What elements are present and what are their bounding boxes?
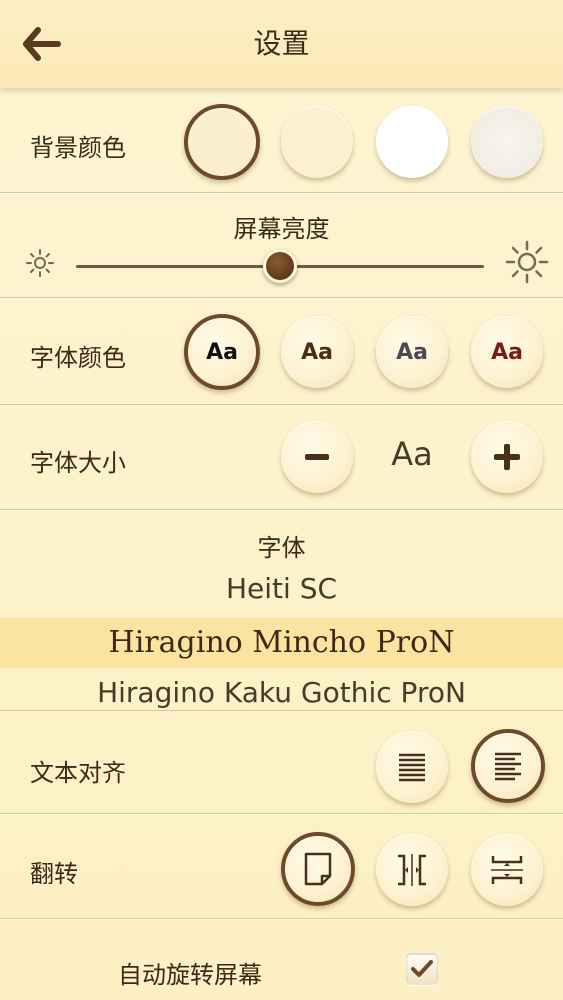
page-title: 设置 — [253, 27, 310, 60]
checkmark-icon — [411, 960, 433, 977]
page-turn-label: 翻转 — [30, 860, 78, 888]
font-picker: 字体 Heiti SC Hiragino Mincho ProN Hiragin… — [0, 510, 563, 711]
align-left-icon — [495, 752, 521, 781]
font-option-kaku-gothic[interactable]: Hiragino Kaku Gothic ProN — [0, 676, 563, 709]
auto-rotate-checkbox[interactable] — [406, 953, 438, 985]
font-size-label: 字体大小 — [30, 449, 126, 477]
align-left-button[interactable] — [471, 729, 545, 803]
auto-rotate-row[interactable]: 自动旋转屏幕 — [0, 919, 563, 1000]
text-align-row: 文本对齐 — [0, 711, 563, 814]
sun-small-icon — [26, 249, 54, 277]
font-color-option-black[interactable]: Aa — [184, 314, 260, 390]
sun-large-icon — [505, 240, 549, 284]
plus-icon — [494, 444, 520, 470]
font-size-sample: Aa — [391, 435, 433, 473]
decrease-font-button[interactable] — [281, 421, 353, 493]
page-turn-row: 翻转 — [0, 814, 563, 919]
font-color-label: 字体颜色 — [30, 344, 126, 372]
font-option-heiti[interactable]: Heiti SC — [0, 572, 563, 605]
minus-icon — [305, 454, 329, 460]
vertical-flip-icon — [491, 856, 523, 884]
header-bar: 设置 — [0, 0, 563, 88]
brightness-slider-thumb[interactable] — [263, 249, 297, 283]
settings-page: 设置 背景颜色 屏幕亮度 字体颜色 Aa Aa Aa Aa 字体大小 Aa 字体… — [0, 0, 563, 1000]
align-justify-icon — [399, 753, 425, 782]
font-color-sample: Aa — [396, 339, 428, 365]
bg-color-option-3[interactable] — [376, 106, 448, 178]
back-button[interactable] — [22, 26, 62, 62]
background-color-label: 背景颜色 — [30, 134, 126, 162]
slide-horizontal-button[interactable] — [376, 834, 448, 906]
bg-color-option-1[interactable] — [184, 104, 260, 180]
horizontal-flip-icon — [398, 854, 426, 886]
font-color-option-brown[interactable]: Aa — [281, 316, 353, 388]
bg-color-option-4[interactable] — [471, 106, 543, 178]
font-color-sample: Aa — [206, 339, 238, 365]
font-color-option-gray[interactable]: Aa — [376, 316, 448, 388]
font-color-row: 字体颜色 Aa Aa Aa Aa — [0, 298, 563, 405]
arrow-left-icon — [23, 27, 61, 61]
font-size-row: 字体大小 Aa — [0, 405, 563, 510]
increase-font-button[interactable] — [471, 421, 543, 493]
font-color-option-red[interactable]: Aa — [471, 316, 543, 388]
font-option-mincho[interactable]: Hiragino Mincho ProN — [0, 618, 563, 668]
align-justify-button[interactable] — [376, 731, 448, 803]
text-align-label: 文本对齐 — [30, 759, 126, 787]
font-color-sample: Aa — [491, 339, 523, 365]
brightness-label: 屏幕亮度 — [233, 215, 330, 243]
font-color-sample: Aa — [301, 339, 333, 365]
page-curl-button[interactable] — [281, 832, 355, 906]
auto-rotate-label: 自动旋转屏幕 — [118, 961, 262, 989]
bg-color-option-2[interactable] — [281, 106, 353, 178]
font-picker-label: 字体 — [257, 534, 306, 562]
slide-vertical-button[interactable] — [471, 834, 543, 906]
page-curl-icon — [304, 852, 332, 886]
background-color-row: 背景颜色 — [0, 88, 563, 193]
